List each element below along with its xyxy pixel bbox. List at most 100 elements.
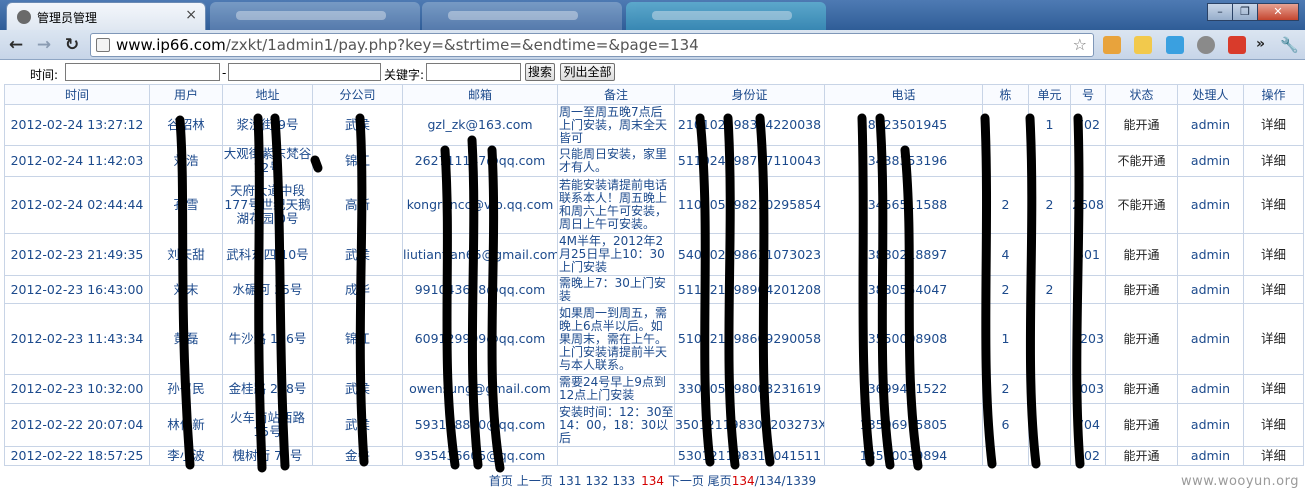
- pager-page-link[interactable]: 132: [585, 474, 608, 488]
- settings-gear-icon[interactable]: [1197, 36, 1215, 54]
- end-time-input[interactable]: [228, 63, 381, 81]
- cell-user: 林伟新: [149, 403, 223, 447]
- overflow-chevron-icon[interactable]: »: [1256, 36, 1274, 54]
- extension-icon-2[interactable]: [1134, 36, 1152, 54]
- table-row: 2012-02-24 02:44:44 孔雪 天府大道中段177号世纪天鹅湖花园 0…: [4, 176, 1304, 234]
- list-all-button[interactable]: 列出全部: [560, 63, 615, 81]
- cell-status: 能开通: [1105, 446, 1178, 466]
- column-header: 邮箱: [402, 84, 558, 105]
- cell-email: 593128830@qq.com: [402, 403, 558, 447]
- cell-user: 孔雪: [149, 176, 223, 234]
- cell-op[interactable]: 详细: [1243, 104, 1304, 146]
- minimize-icon[interactable]: –: [1207, 3, 1233, 21]
- cell-addr: 火车南站西路 15号: [222, 403, 313, 447]
- cell-note: 周一至周五晚7点后上门安装，周末全天皆可: [557, 104, 675, 146]
- cell-phone: 13880554047: [824, 275, 983, 304]
- cell-op[interactable]: 详细: [1243, 446, 1304, 466]
- cell-handler[interactable]: admin: [1177, 176, 1244, 234]
- cell-dong: [982, 104, 1029, 146]
- cell-email: 991043628@qq.com: [402, 275, 558, 304]
- cell-unit: 2: [1028, 275, 1071, 304]
- cell-unit: [1028, 145, 1071, 177]
- cell-num: [1070, 145, 1106, 177]
- search-button[interactable]: 搜索: [525, 63, 555, 81]
- cell-op[interactable]: 详细: [1243, 233, 1304, 276]
- cell-num: 2608: [1070, 176, 1106, 234]
- bookmark-star-icon[interactable]: ☆: [1073, 35, 1087, 54]
- column-header: 时间: [4, 84, 150, 105]
- cell-op[interactable]: 详细: [1243, 275, 1304, 304]
- cell-branch: 成华: [312, 275, 403, 304]
- cell-time: 2012-02-22 20:07:04: [4, 403, 150, 447]
- pager-page-link[interactable]: 131: [559, 474, 582, 488]
- cell-handler[interactable]: admin: [1177, 403, 1244, 447]
- pager-first-link[interactable]: 首页: [489, 474, 513, 488]
- cell-handler[interactable]: admin: [1177, 303, 1244, 375]
- tab-background-2[interactable]: [422, 2, 622, 30]
- cell-note: 若能安装请提前电话联系本人！周五晚上和周六上午可安装，周日上午可安装。: [557, 176, 675, 234]
- extension-icon-1[interactable]: [1103, 36, 1121, 54]
- cell-time: 2012-02-23 21:49:35: [4, 233, 150, 276]
- cell-op[interactable]: 详细: [1243, 145, 1304, 177]
- cell-branch: 高新: [312, 176, 403, 234]
- cell-user: 刘浩: [149, 145, 223, 177]
- cell-user: 李小波: [149, 446, 223, 466]
- start-time-input[interactable]: [65, 63, 220, 81]
- cell-handler[interactable]: admin: [1177, 233, 1244, 276]
- cell-op[interactable]: 详细: [1243, 374, 1304, 404]
- cell-status: 能开通: [1105, 403, 1178, 447]
- tab-background-1[interactable]: [210, 2, 420, 30]
- browser-toolbar: ← → ↻ www.ip66.com/zxkt/1admin1/pay.php?…: [0, 30, 1305, 60]
- table-row: 2012-02-24 13:27:12 谷昭林 浆洗街 9号 武侯 gzl_zk@163…: [4, 104, 1304, 146]
- cell-num: 1003: [1070, 374, 1106, 404]
- cell-handler[interactable]: admin: [1177, 374, 1244, 404]
- tab-background-3[interactable]: [626, 2, 826, 30]
- cell-op[interactable]: 详细: [1243, 303, 1304, 375]
- wrench-icon[interactable]: 🔧: [1280, 36, 1299, 54]
- tab-active[interactable]: 管理员管理 ×: [6, 2, 206, 30]
- cell-handler[interactable]: admin: [1177, 145, 1244, 177]
- cell-handler[interactable]: admin: [1177, 275, 1244, 304]
- close-window-icon[interactable]: ✕: [1257, 3, 1299, 21]
- cell-handler[interactable]: admin: [1177, 104, 1244, 146]
- address-bar[interactable]: www.ip66.com/zxkt/1admin1/pay.php?key=&s…: [90, 33, 1094, 57]
- cell-id: 511521198904201208: [674, 275, 825, 304]
- cell-branch: 武侯: [312, 104, 403, 146]
- cell-id: 540102198611073023: [674, 233, 825, 276]
- forward-arrow-icon[interactable]: →: [34, 35, 54, 55]
- pager-last-link[interactable]: 尾页: [708, 474, 732, 488]
- cell-op[interactable]: 详细: [1243, 176, 1304, 234]
- time-label: 时间:: [30, 68, 59, 82]
- column-header: 备注: [557, 84, 675, 105]
- pager-page-link[interactable]: 133: [612, 474, 635, 488]
- back-arrow-icon[interactable]: ←: [6, 35, 26, 55]
- search-bar: 时间: - 关键字: 搜索 列出全部: [0, 62, 1305, 84]
- pager-prev-link[interactable]: 上一页: [517, 474, 553, 488]
- cell-status: 不能开通: [1105, 176, 1178, 234]
- cell-email: 262711147@qq.com: [402, 145, 558, 177]
- maximize-icon[interactable]: ❐: [1232, 3, 1258, 21]
- cell-dong: 2: [982, 275, 1029, 304]
- cell-email: gzl_zk@163.com: [402, 104, 558, 146]
- window-controls: – ❐ ✕: [1207, 3, 1299, 21]
- cell-id: 510321198609290058: [674, 303, 825, 375]
- keyword-input[interactable]: [426, 63, 521, 81]
- cell-handler[interactable]: admin: [1177, 446, 1244, 466]
- cell-addr: 牛沙路 166号: [222, 303, 313, 375]
- extension-icon-5[interactable]: [1228, 36, 1246, 54]
- cell-dong: [982, 145, 1029, 177]
- reload-icon[interactable]: ↻: [62, 35, 82, 55]
- column-header: 处理人: [1177, 84, 1244, 105]
- pager-next-link[interactable]: 下一页: [668, 474, 704, 488]
- tab-title: 管理员管理: [37, 11, 98, 25]
- address-host: www.ip66.com: [116, 36, 226, 54]
- cell-branch: 武侯: [312, 374, 403, 404]
- cell-user: 孙召民: [149, 374, 223, 404]
- extension-icon-3[interactable]: [1166, 36, 1184, 54]
- address-path: /zxkt/1admin1/pay.php?key=&strtime=&endt…: [225, 36, 699, 54]
- cell-user: 刘末: [149, 275, 223, 304]
- column-header: 单元: [1028, 84, 1071, 105]
- cell-dong: 2: [982, 176, 1029, 234]
- cell-op[interactable]: 详细: [1243, 403, 1304, 447]
- tab-close-icon[interactable]: ×: [185, 7, 197, 23]
